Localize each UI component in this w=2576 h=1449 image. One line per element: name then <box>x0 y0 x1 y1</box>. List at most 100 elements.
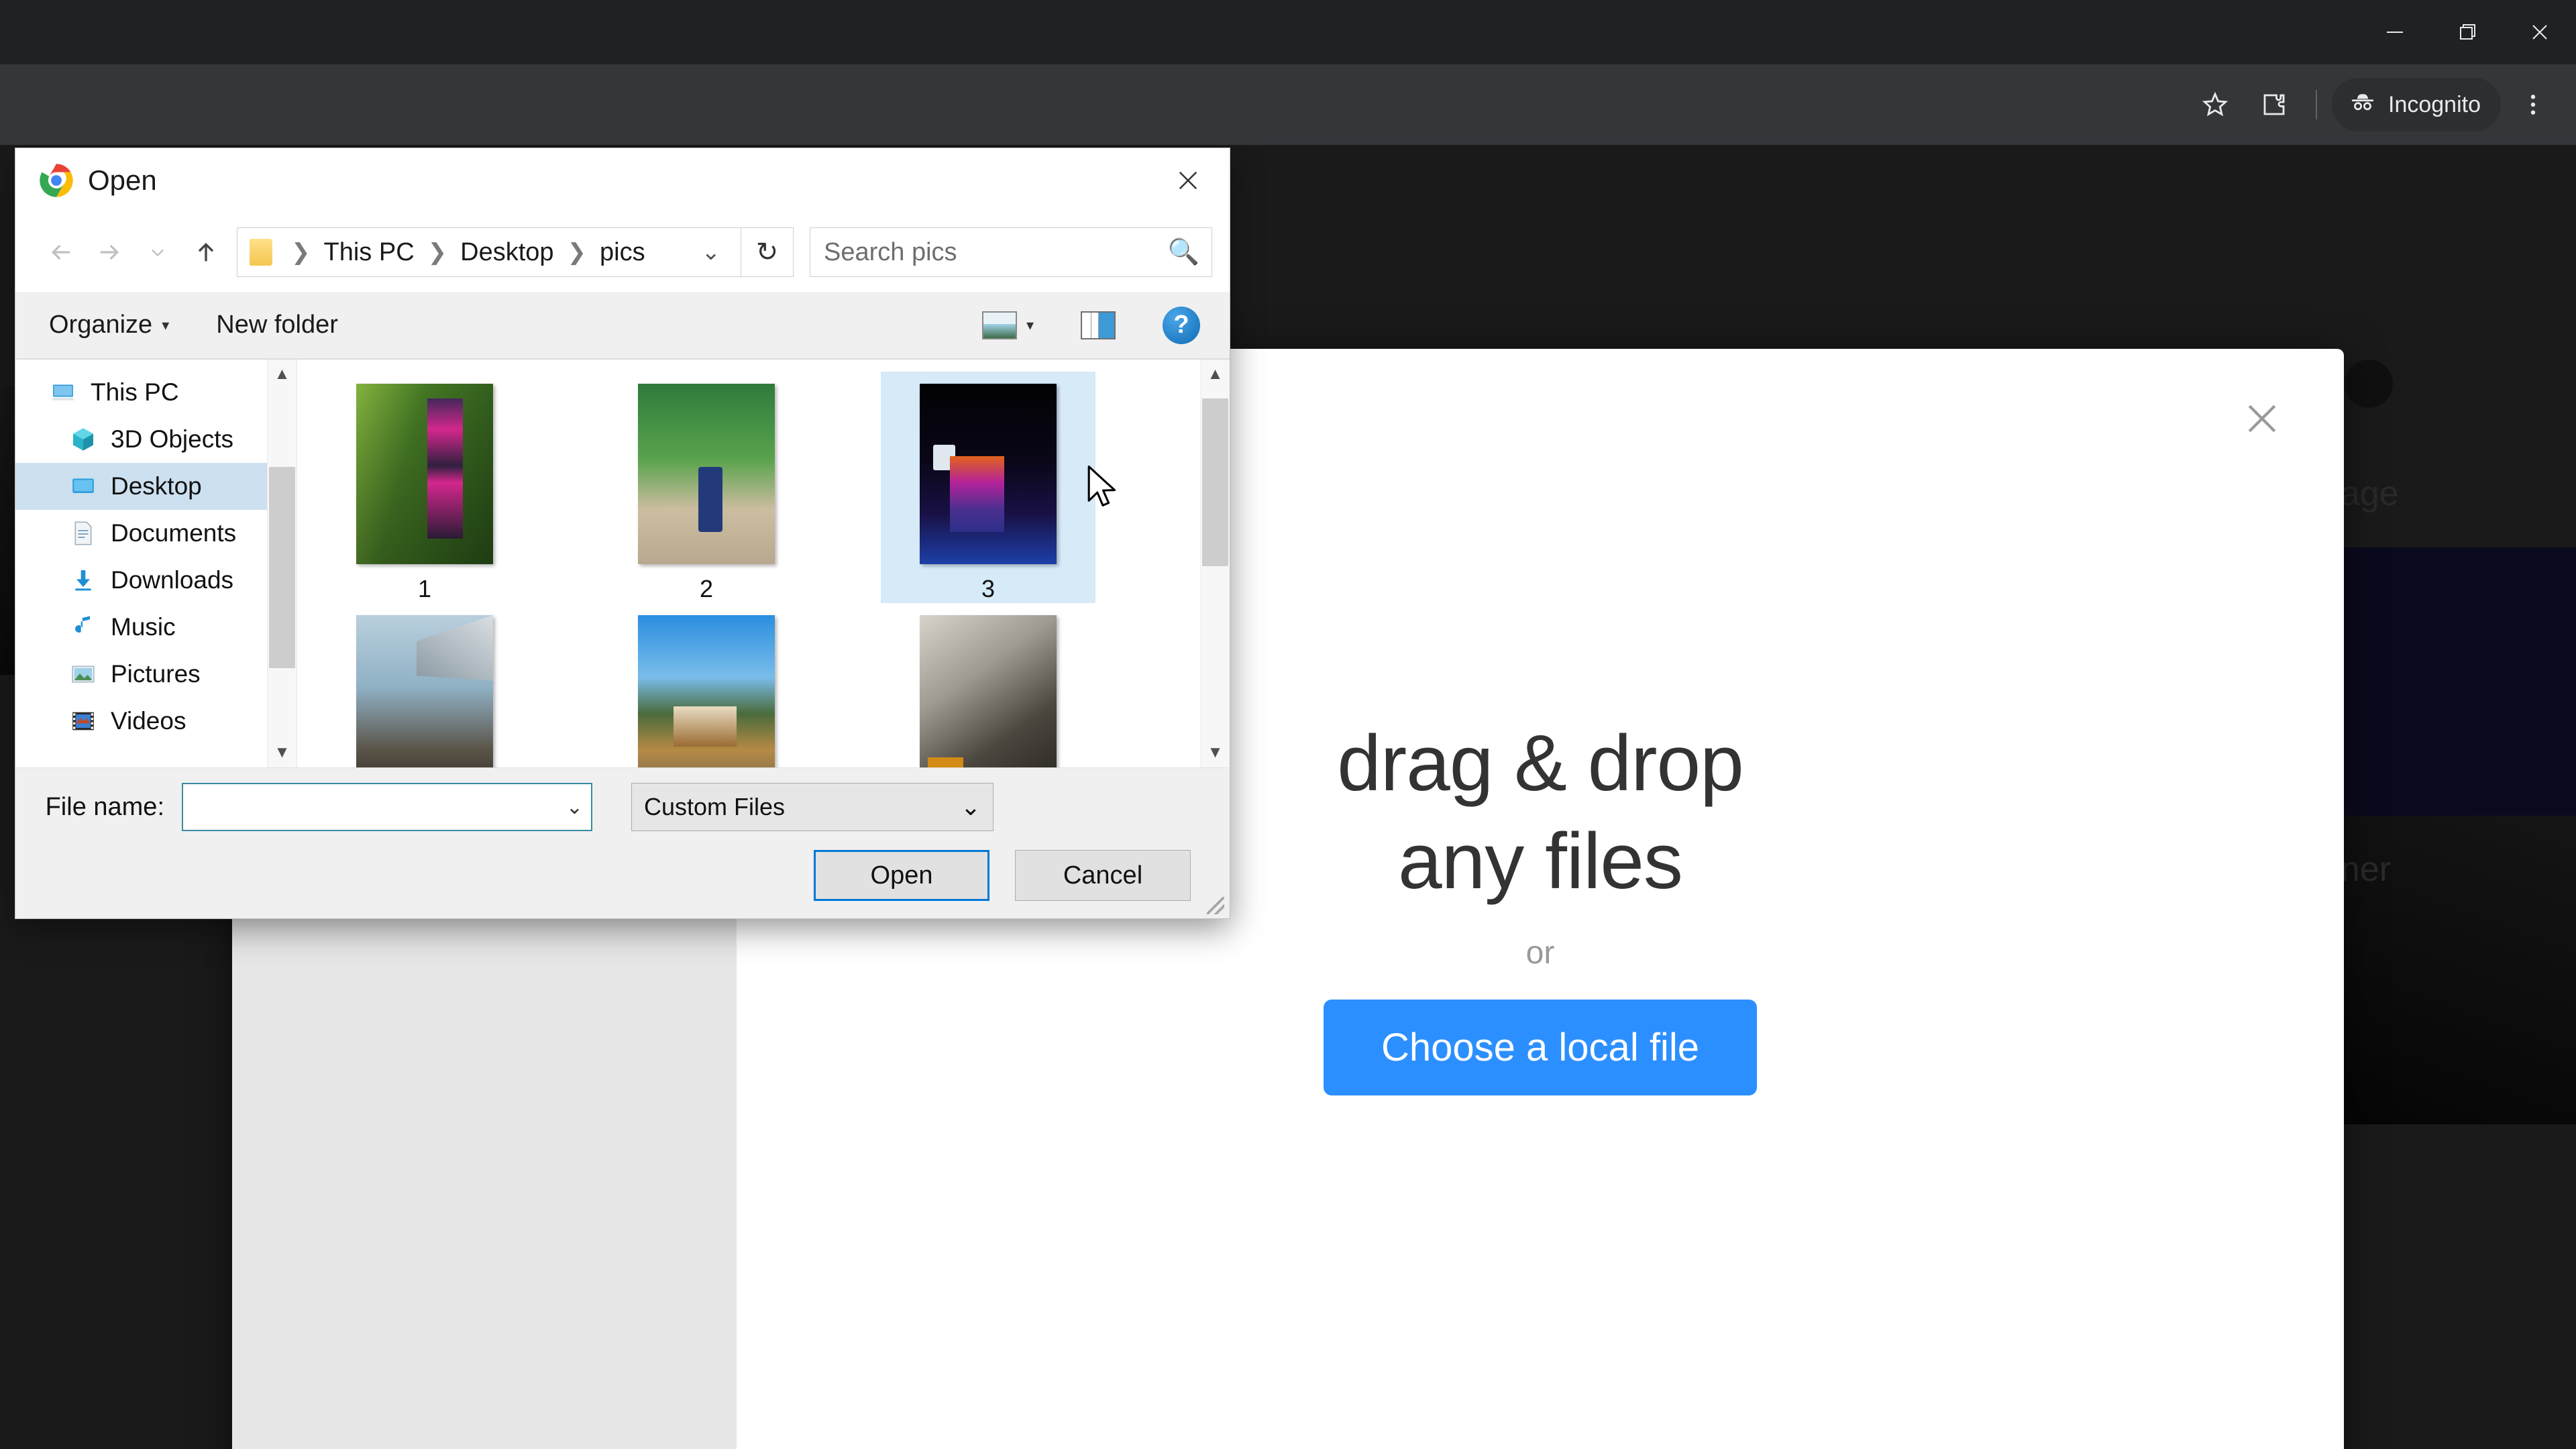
dropzone-line-1: drag & drop <box>1337 718 1744 808</box>
dialog-command-bar: Organize ▾ New folder ▾ ? <box>15 292 1230 359</box>
downloads-icon <box>69 566 97 594</box>
folder-icon <box>250 239 272 266</box>
dropzone-or-label: or <box>1525 935 1555 971</box>
file-list-view[interactable]: 1 2 3 ▲ ▼ <box>297 360 1230 767</box>
tree-label: Downloads <box>111 566 234 594</box>
breadcrumb-item-desktop[interactable]: Desktop <box>458 238 556 267</box>
restore-button[interactable] <box>2431 0 2504 64</box>
breadcrumb-item-pics[interactable]: pics <box>597 238 648 267</box>
tree-item-this-pc[interactable]: This PC <box>15 369 297 416</box>
breadcrumb-item-this-pc[interactable]: This PC <box>321 238 417 267</box>
incognito-hat-icon <box>2348 87 2377 123</box>
file-item[interactable] <box>317 603 532 767</box>
dialog-navigation-bar: ❯ This PC ❯ Desktop ❯ pics ⌄ ↻ 🔍 <box>15 213 1230 292</box>
refresh-icon[interactable]: ↻ <box>741 227 794 277</box>
address-bar[interactable]: ❯ This PC ❯ Desktop ❯ pics ⌄ <box>237 227 741 277</box>
close-icon[interactable] <box>2231 388 2293 449</box>
file-thumbnail <box>638 384 775 564</box>
resize-grip[interactable] <box>1207 897 1224 914</box>
scroll-up-icon[interactable]: ▲ <box>268 360 297 389</box>
chevron-down-icon: ▾ <box>162 316 170 333</box>
file-thumbnail <box>356 615 493 767</box>
new-folder-label: New folder <box>216 311 338 339</box>
filename-input[interactable] <box>191 792 559 822</box>
tree-item-music[interactable]: Music <box>15 604 297 651</box>
chrome-icon <box>38 162 74 199</box>
view-options-button[interactable]: ▾ <box>971 305 1044 346</box>
breadcrumb-separator: ❯ <box>291 239 311 265</box>
file-label: 2 <box>699 575 714 602</box>
close-button[interactable] <box>2504 0 2576 64</box>
choose-local-file-button[interactable]: Choose a local file <box>1324 1000 1757 1096</box>
puzzle-piece-icon[interactable] <box>2247 78 2301 131</box>
3d-objects-icon <box>69 425 97 453</box>
scroll-down-icon[interactable]: ▼ <box>1201 738 1230 767</box>
up-button[interactable] <box>182 228 230 276</box>
file-thumbnail <box>356 384 493 564</box>
tree-item-documents[interactable]: Documents <box>15 510 297 557</box>
help-button[interactable]: ? <box>1152 300 1211 351</box>
search-box[interactable]: 🔍 <box>810 227 1212 277</box>
three-dot-menu-icon[interactable] <box>2506 78 2560 131</box>
tree-item-pictures[interactable]: Pictures <box>15 651 297 698</box>
file-item[interactable]: 2 <box>599 372 814 603</box>
tree-label: Pictures <box>111 660 201 688</box>
file-thumbnail <box>920 384 1057 564</box>
scrollbar-thumb[interactable] <box>269 467 295 668</box>
file-item[interactable] <box>599 603 814 767</box>
new-folder-button[interactable]: New folder <box>205 304 349 346</box>
file-label: 3 <box>981 575 996 602</box>
file-list-scrollbar[interactable]: ▲ ▼ <box>1200 360 1230 767</box>
preview-pane-button[interactable] <box>1070 305 1126 346</box>
breadcrumb-separator: ❯ <box>567 239 587 265</box>
scroll-up-icon[interactable]: ▲ <box>1201 360 1230 389</box>
tree-label: Desktop <box>111 472 202 500</box>
search-input[interactable] <box>822 237 1161 268</box>
page-viewport: nage nner Dropbox <box>0 145 2576 1449</box>
file-item-selected[interactable]: 3 <box>881 372 1095 603</box>
open-button[interactable]: Open <box>814 850 989 901</box>
cancel-button[interactable]: Cancel <box>1015 850 1191 901</box>
back-button[interactable] <box>37 228 85 276</box>
tree-item-videos[interactable]: Videos <box>15 698 297 745</box>
file-item[interactable]: 1 <box>317 372 532 603</box>
scrollbar-thumb[interactable] <box>1202 398 1228 566</box>
toolbar-divider <box>2316 90 2317 119</box>
organize-button[interactable]: Organize ▾ <box>38 304 180 346</box>
view-options-icon <box>981 311 1017 339</box>
dialog-close-button[interactable] <box>1146 148 1230 213</box>
incognito-label: Incognito <box>2388 91 2481 117</box>
chevron-down-icon[interactable]: ⌄ <box>559 796 583 819</box>
file-type-filter-select[interactable]: Custom Files ⌄ <box>631 783 994 831</box>
file-grid: 1 2 3 <box>297 360 1230 767</box>
search-icon[interactable]: 🔍 <box>1168 237 1199 267</box>
filename-combobox[interactable]: ⌄ <box>182 783 592 831</box>
star-icon[interactable] <box>2188 78 2242 131</box>
dropzone-heading: drag & drop any files <box>1337 714 1744 911</box>
recent-locations-chevron-down-icon[interactable] <box>133 228 182 276</box>
forward-button[interactable] <box>85 228 133 276</box>
dialog-body: This PC 3D Objects Desktop Documents Dow… <box>15 359 1230 767</box>
minimize-button[interactable] <box>2359 0 2431 64</box>
file-item[interactable] <box>881 603 1095 767</box>
address-chevron-down-icon[interactable]: ⌄ <box>691 239 732 266</box>
browser-titlebar <box>0 0 2576 64</box>
tree-label: 3D Objects <box>111 425 234 453</box>
scroll-down-icon[interactable]: ▼ <box>268 738 297 767</box>
tree-scrollbar[interactable]: ▲ ▼ <box>267 360 297 767</box>
desktop-icon <box>69 472 97 500</box>
filename-label: File name: <box>45 792 164 821</box>
music-icon <box>69 613 97 641</box>
incognito-profile-button[interactable]: Incognito <box>2332 78 2501 131</box>
windows-open-file-dialog: Open ❯ This PC ❯ Desktop ❯ pics ⌄ ↻ Sear… <box>15 148 1230 919</box>
tree-item-desktop[interactable]: Desktop <box>15 463 297 510</box>
chevron-down-icon: ▾ <box>1026 316 1034 333</box>
organize-label: Organize <box>49 311 153 339</box>
navigation-tree: This PC 3D Objects Desktop Documents Dow… <box>15 360 297 767</box>
filter-value: Custom Files <box>644 793 786 820</box>
dialog-action-buttons: Open Cancel <box>38 850 1207 901</box>
tree-item-downloads[interactable]: Downloads <box>15 557 297 604</box>
preview-pane-icon <box>1081 311 1116 339</box>
tree-item-3d-objects[interactable]: 3D Objects <box>15 416 297 463</box>
breadcrumb-separator: ❯ <box>427 239 447 265</box>
